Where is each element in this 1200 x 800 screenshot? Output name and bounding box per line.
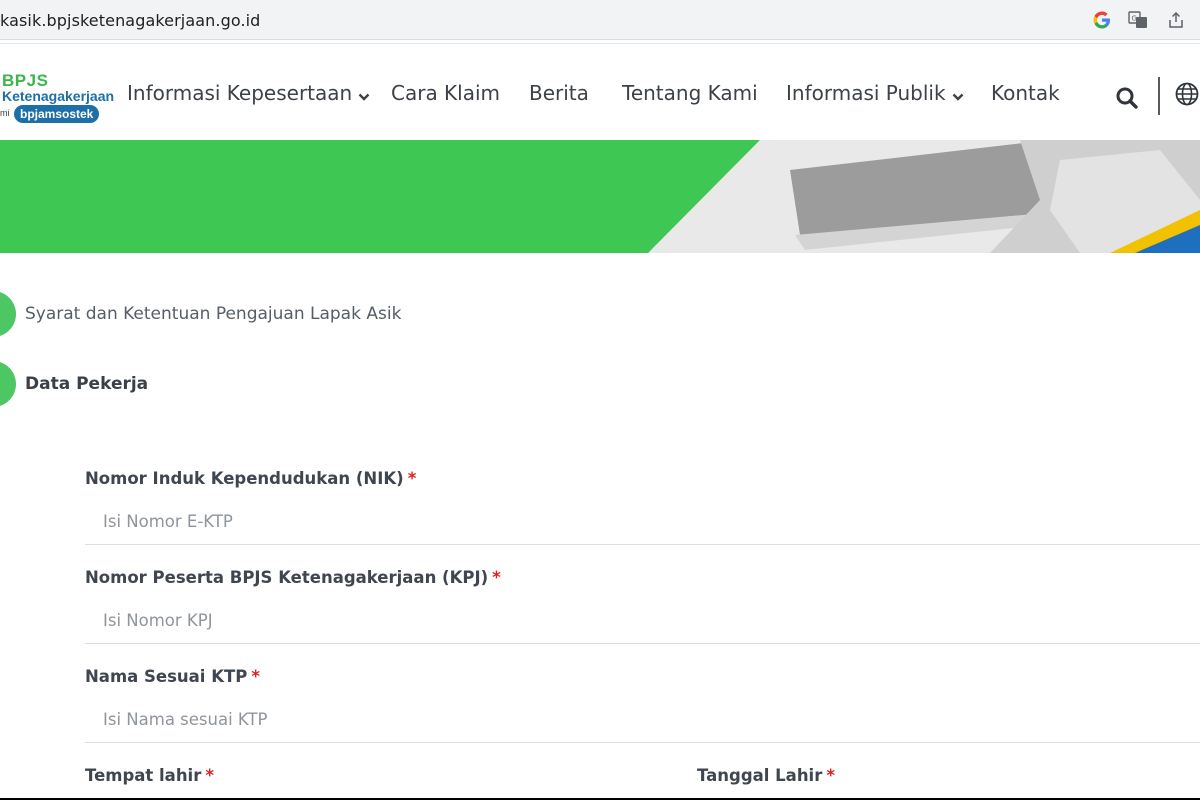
svg-text:G: G (1132, 15, 1137, 23)
nav-label: Informasi Kepesertaan (127, 81, 353, 105)
kpj-input[interactable] (85, 598, 1200, 644)
nav-label: Berita (529, 81, 589, 105)
logo-small-text: mi (0, 108, 10, 118)
nav-label: Tentang Kami (622, 81, 758, 105)
nav-informasi-publik[interactable]: Informasi Publik (786, 81, 964, 107)
nik-label: Nomor Induk Kependudukan (NIK) * (85, 469, 416, 488)
nav-berita[interactable]: Berita (529, 81, 589, 105)
nav-cara-klaim[interactable]: Cara Klaim (391, 81, 500, 105)
nama-input[interactable] (85, 697, 1200, 743)
url-text[interactable]: kasik.bpjsketenagakerjaan.go.id (0, 11, 260, 30)
tempat-lahir-label: Tempat lahir * (85, 766, 214, 785)
required-mark: * (826, 766, 835, 785)
required-mark: * (251, 667, 260, 686)
logo-line2: Ketenagakerjaan (2, 88, 115, 104)
nav-tentang-kami[interactable]: Tentang Kami (622, 81, 758, 105)
nik-label-text: Nomor Induk Kependudukan (NIK) (85, 469, 404, 488)
nav-kontak[interactable]: Kontak (991, 81, 1060, 105)
translate-icon[interactable]: G (1128, 10, 1148, 30)
chevron-down-icon (358, 83, 370, 107)
nav-label: Cara Klaim (391, 81, 501, 105)
required-mark: * (205, 766, 214, 785)
required-mark: * (492, 568, 501, 587)
logo-pill: bpjamsostek (14, 105, 100, 123)
step-syarat-ketentuan[interactable]: Syarat dan Ketentuan Pengajuan Lapak Asi… (25, 304, 401, 324)
google-icon[interactable] (1092, 10, 1112, 30)
share-icon[interactable] (1166, 10, 1186, 30)
browser-address-bar[interactable]: kasik.bpjsketenagakerjaan.go.id G (0, 0, 1200, 40)
bpjs-logo[interactable]: BPJS Ketenagakerjaan mi bpjamsostek (0, 71, 120, 127)
required-mark: * (407, 469, 417, 488)
tanggal-lahir-label-text: Tanggal Lahir (697, 766, 823, 785)
nik-input[interactable] (85, 499, 1200, 545)
site-header: BPJS Ketenagakerjaan mi bpjamsostek Info… (0, 45, 1200, 140)
search-icon[interactable] (1114, 85, 1140, 111)
nav-informasi-kepesertaan[interactable]: Informasi Kepesertaan (127, 81, 370, 107)
nama-label: Nama Sesuai KTP * (85, 667, 260, 686)
kpj-label: Nomor Peserta BPJS Ketenagakerjaan (KPJ)… (85, 568, 501, 587)
browser-bottom-strip (0, 40, 1200, 44)
step-circle-2 (0, 361, 16, 407)
nav-label: Informasi Publik (786, 81, 946, 105)
tanggal-lahir-label: Tanggal Lahir * (697, 766, 835, 785)
tempat-lahir-label-text: Tempat lahir (85, 766, 202, 785)
kpj-label-text: Nomor Peserta BPJS Ketenagakerjaan (KPJ) (85, 568, 489, 587)
hero-banner (0, 140, 1200, 253)
globe-icon[interactable] (1174, 81, 1200, 107)
step-circle-1 (0, 291, 16, 337)
header-divider (1158, 77, 1160, 115)
nav-label: Kontak (991, 81, 1060, 105)
nama-label-text: Nama Sesuai KTP (85, 667, 248, 686)
banner-photo (648, 140, 1200, 253)
chevron-down-icon (952, 83, 964, 107)
step-data-pekerja[interactable]: Data Pekerja (25, 374, 148, 394)
